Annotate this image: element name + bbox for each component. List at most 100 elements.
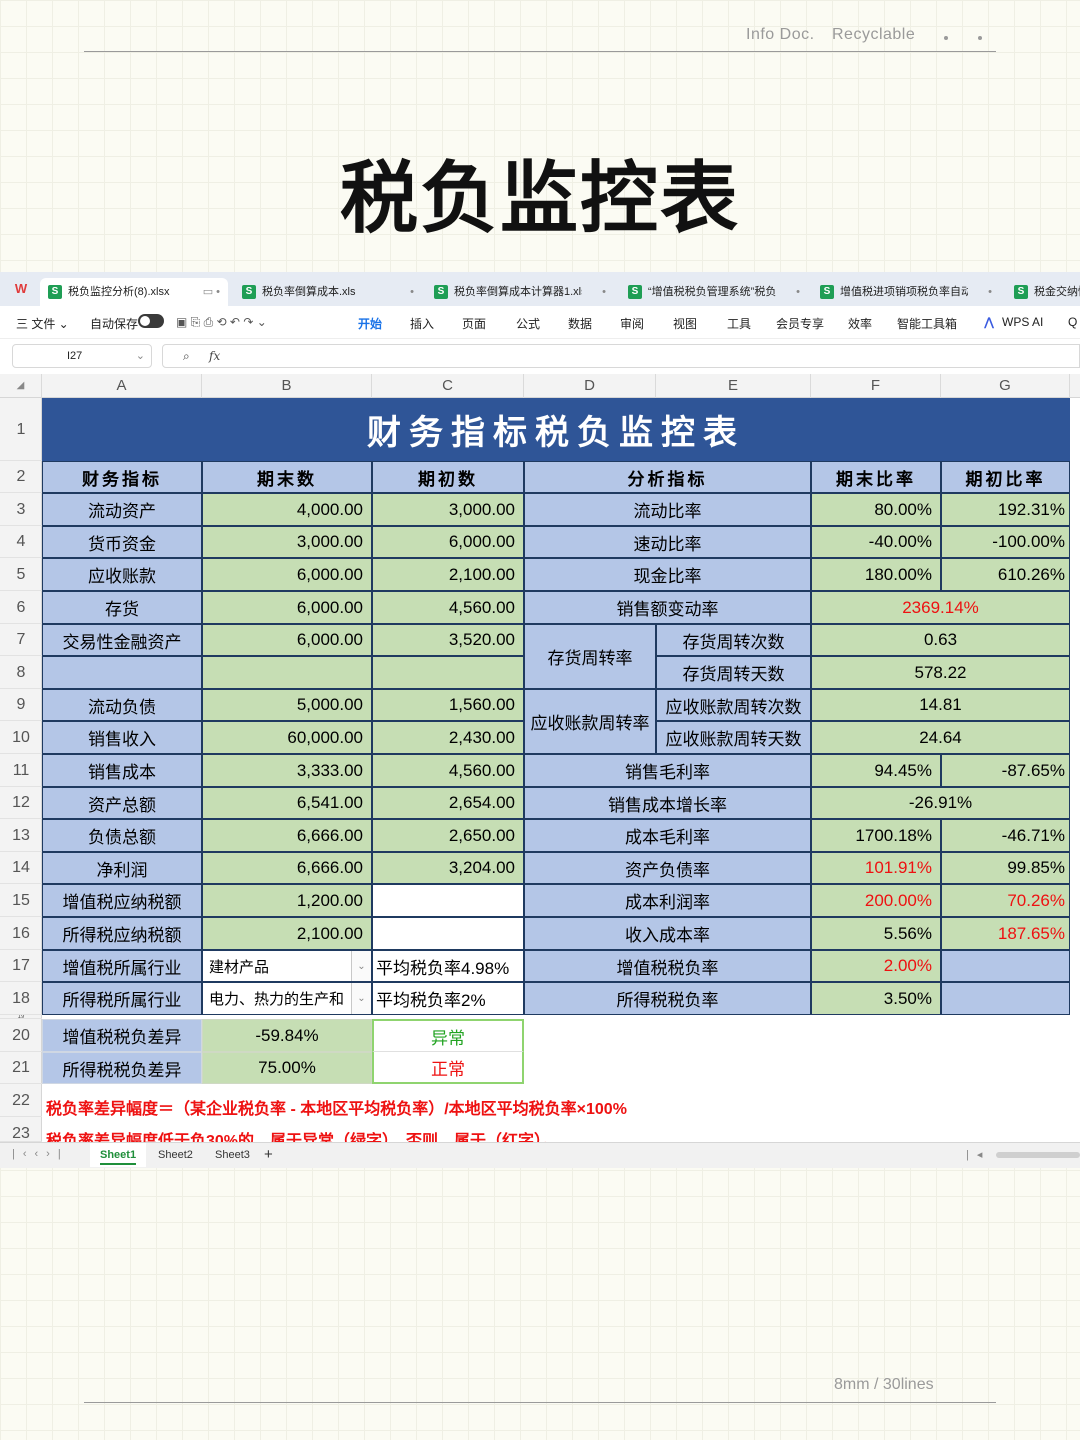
menu-efficiency[interactable]: 效率 [848, 315, 872, 332]
begin-value[interactable]: 1,560.00 [372, 689, 524, 721]
end-value[interactable]: 6,000.00 [202, 591, 372, 624]
begin-value[interactable]: 6,000.00 [372, 526, 524, 558]
analysis-label[interactable]: 所得税税负率 [524, 982, 811, 1015]
row-header[interactable]: 6 [0, 591, 42, 624]
row-header[interactable]: 1 [0, 398, 42, 461]
menu-view[interactable]: 视图 [673, 315, 697, 332]
merged-ratio[interactable]: 2369.14% [811, 591, 1070, 624]
end-value[interactable]: 60,000.00 [202, 721, 372, 754]
row-header[interactable]: 8 [0, 656, 42, 689]
indicator-label[interactable]: 存货 [42, 591, 202, 624]
analysis-label[interactable]: 资产负债率 [524, 852, 811, 884]
menu-formula[interactable]: 公式 [516, 315, 540, 332]
row-header[interactable]: 15 [0, 884, 42, 917]
indicator-label[interactable]: 净利润 [42, 852, 202, 884]
begin-value[interactable]: 3,000.00 [372, 493, 524, 526]
begin-ratio[interactable] [941, 982, 1070, 1015]
begin-ratio[interactable]: 610.26% [941, 558, 1070, 591]
merged-ratio[interactable]: 0.63 [811, 624, 1070, 656]
industry-select[interactable]: 电力、热力的生产和 ⌄ [202, 982, 372, 1015]
begin-ratio[interactable]: 70.26% [941, 884, 1070, 917]
merged-ratio[interactable]: 14.81 [811, 689, 1070, 721]
column-header[interactable]: G [941, 374, 1070, 398]
analysis-label[interactable]: 成本毛利率 [524, 819, 811, 852]
begin-value[interactable] [372, 884, 524, 917]
doc-tab-2[interactable]: S 税负率倒算成本.xls • [234, 278, 422, 306]
column-header[interactable]: F [811, 374, 941, 398]
end-value[interactable]: 2,100.00 [202, 917, 372, 950]
begin-ratio[interactable]: 192.31% [941, 493, 1070, 526]
analysis-label[interactable]: 销售额变动率 [524, 591, 811, 624]
name-box[interactable]: I27 ⌄ [12, 344, 152, 368]
industry-label[interactable]: 所得税所属行业 [42, 982, 202, 1015]
begin-value[interactable]: 2,650.00 [372, 819, 524, 852]
doc-tab-5[interactable]: S 增值税进项销项税负率自动计... • [812, 278, 1000, 306]
search-icon[interactable]: Q [1068, 315, 1077, 329]
end-value[interactable]: 6,000.00 [202, 624, 372, 656]
quick-access-icons[interactable]: ▣ ⎘ ⎙ ⟲ ↶ ↷ ⌄ [176, 315, 267, 330]
function-icon[interactable]: fx [209, 345, 220, 367]
select-all-corner[interactable]: ◢ [0, 374, 42, 398]
menu-start[interactable]: 开始 [358, 315, 383, 340]
analysis-label[interactable]: 应收账款周转次数 [656, 689, 811, 721]
doc-tab-3[interactable]: S 税负率倒算成本计算器1.xlsx • [426, 278, 614, 306]
analysis-group-label[interactable]: 存货周转率 [524, 624, 656, 689]
begin-value[interactable]: 2,430.00 [372, 721, 524, 754]
header-cell[interactable]: 财务指标 [42, 461, 202, 493]
begin-value[interactable]: 3,520.00 [372, 624, 524, 656]
sheet-title[interactable]: 财务指标税负监控表 [42, 398, 1070, 461]
wps-ai-button[interactable]: WPS AI [1002, 315, 1043, 329]
begin-value[interactable]: 3,204.00 [372, 852, 524, 884]
indicator-label[interactable]: 销售收入 [42, 721, 202, 754]
scroll-left-icon[interactable]: |◂ [966, 1148, 990, 1161]
menu-page[interactable]: 页面 [462, 315, 486, 332]
sheet-tab-1[interactable]: Sheet1 [90, 1143, 147, 1167]
menu-review[interactable]: 审阅 [620, 315, 644, 332]
row-header[interactable]: 3 [0, 493, 42, 526]
zoom-icon[interactable]: ⌕ [183, 345, 190, 367]
indicator-label[interactable]: 货币资金 [42, 526, 202, 558]
header-cell[interactable]: 期初比率 [941, 461, 1070, 493]
end-value[interactable]: 3,333.00 [202, 754, 372, 787]
column-header[interactable]: B [202, 374, 372, 398]
indicator-label[interactable]: 所得税应纳税额 [42, 917, 202, 950]
menu-insert[interactable]: 插入 [410, 315, 434, 332]
header-cell[interactable]: 期初数 [372, 461, 524, 493]
indicator-label[interactable]: 交易性金融资产 [42, 624, 202, 656]
end-value[interactable]: 4,000.00 [202, 493, 372, 526]
doc-tab-4[interactable]: S “增值税税负管理系统”税负... • [620, 278, 808, 306]
row-header[interactable]: 10 [0, 721, 42, 754]
analysis-label[interactable]: 存货周转次数 [656, 624, 811, 656]
begin-ratio[interactable]: -46.71% [941, 819, 1070, 852]
sheet-tab-2[interactable]: Sheet2 [148, 1143, 203, 1167]
end-value[interactable] [202, 656, 372, 689]
indicator-label[interactable]: 销售成本 [42, 754, 202, 787]
chevron-down-icon[interactable]: ⌄ [351, 983, 371, 1014]
analysis-group-label[interactable]: 应收账款周转率 [524, 689, 656, 754]
end-value[interactable]: 6,541.00 [202, 787, 372, 819]
row-header[interactable]: 14 [0, 852, 42, 884]
end-ratio[interactable]: 101.91% [811, 852, 941, 884]
analysis-label[interactable]: 收入成本率 [524, 917, 811, 950]
merged-ratio[interactable]: 24.64 [811, 721, 1070, 754]
menu-tools[interactable]: 工具 [727, 315, 751, 332]
diff-status[interactable]: 正常 [372, 1052, 524, 1084]
row-header[interactable]: 11 [0, 754, 42, 787]
analysis-label[interactable]: 流动比率 [524, 493, 811, 526]
row-header[interactable]: 9 [0, 689, 42, 721]
diff-value[interactable]: -59.84% [202, 1019, 372, 1052]
begin-ratio[interactable]: 187.65% [941, 917, 1070, 950]
begin-ratio[interactable] [941, 950, 1070, 982]
end-ratio[interactable]: 3.50% [811, 982, 941, 1015]
close-icon[interactable]: • [796, 278, 800, 306]
close-icon[interactable]: • [988, 278, 992, 306]
analysis-label[interactable]: 销售成本增长率 [524, 787, 811, 819]
indicator-label[interactable] [42, 656, 202, 689]
diff-value[interactable]: 75.00% [202, 1052, 372, 1084]
indicator-label[interactable]: 应收账款 [42, 558, 202, 591]
indicator-label[interactable]: 流动负债 [42, 689, 202, 721]
begin-value[interactable] [372, 656, 524, 689]
row-header[interactable]: 2 [0, 461, 42, 493]
end-ratio[interactable]: 80.00% [811, 493, 941, 526]
end-ratio[interactable]: 2.00% [811, 950, 941, 982]
